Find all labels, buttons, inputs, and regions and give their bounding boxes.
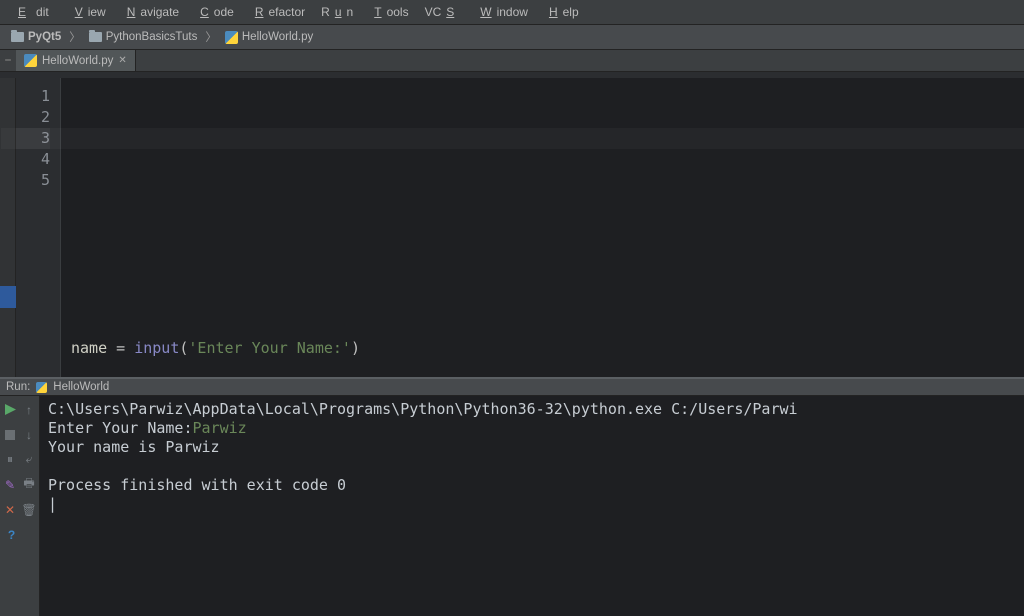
menu-edit[interactable]: Edit xyxy=(8,3,59,21)
tab-label: HelloWorld.py xyxy=(42,55,113,67)
sidebar-marker xyxy=(0,286,16,308)
console-output[interactable]: C:\Users\Parwiz\AppData\Local\Programs\P… xyxy=(40,396,1024,616)
console-exit: Process finished with exit code 0 xyxy=(48,476,346,494)
console-line: C:\Users\Parwiz\AppData\Local\Programs\P… xyxy=(48,400,798,418)
run-tool-window-header: Run: HelloWorld xyxy=(0,377,1024,396)
scroll-down-icon[interactable]: ↓ xyxy=(22,427,37,442)
wrap-icon[interactable]: ⤶ xyxy=(22,452,37,467)
menu-navigate[interactable]: Navigate xyxy=(117,3,184,21)
code-line-1 xyxy=(71,149,1014,170)
stop-button[interactable] xyxy=(3,427,18,442)
console-line: Your name is Parwiz xyxy=(48,438,220,456)
menu-help[interactable]: Help xyxy=(539,3,584,21)
code-line-3 xyxy=(71,275,1014,296)
code-editor: 1 2 3 4 5 name = input('Enter Your Name:… xyxy=(0,72,1024,377)
run-config-name: HelloWorld xyxy=(53,381,109,393)
code-area[interactable]: name = input('Enter Your Name:') print('… xyxy=(60,78,1024,377)
main-menu-bar: Edit View Navigate Code Refactor Run Too… xyxy=(0,0,1024,25)
menu-view[interactable]: View xyxy=(65,3,111,21)
console-prompt: Enter Your Name: xyxy=(48,419,193,437)
hide-tool-window-icon[interactable]: ⎯ xyxy=(0,51,16,70)
menu-code[interactable]: Code xyxy=(190,3,239,21)
line-number-gutter: 1 2 3 4 5 xyxy=(16,78,60,377)
code-line-2 xyxy=(71,212,1014,233)
trash-icon[interactable]: 🗑 xyxy=(22,502,37,517)
help-button[interactable]: ? xyxy=(4,527,19,542)
run-toolbar: ↑ ↓ ⏸ ⤶ ✎ 🖶 ✕ 🗑 ? xyxy=(0,396,40,616)
line-number: 1 xyxy=(16,86,50,107)
python-icon xyxy=(24,54,37,67)
console-user-input: Parwiz xyxy=(193,419,247,437)
chevron-right-icon: 〉 xyxy=(205,29,217,45)
line-number: 5 xyxy=(16,170,50,191)
breadcrumb-folder[interactable]: PythonBasicsTuts xyxy=(86,30,201,44)
code-line-4: name = input('Enter Your Name:') xyxy=(71,338,1014,359)
editor-tabs: ⎯ HelloWorld.py ✕ xyxy=(0,50,1024,72)
close-icon[interactable]: ✕ xyxy=(118,55,126,66)
rerun-button[interactable] xyxy=(3,402,18,417)
menu-run[interactable]: Run xyxy=(316,3,358,21)
breadcrumb-file[interactable]: HelloWorld.py xyxy=(222,30,316,45)
breadcrumb: PyQt5 〉 PythonBasicsTuts 〉 HelloWorld.py xyxy=(0,25,1024,50)
chevron-right-icon: 〉 xyxy=(69,29,81,45)
menu-tools[interactable]: Tools xyxy=(364,3,413,21)
folder-icon xyxy=(89,32,102,42)
attach-icon[interactable]: ✎ xyxy=(3,477,18,492)
run-tool-window: ↑ ↓ ⏸ ⤶ ✎ 🖶 ✕ 🗑 ? C:\Users\Parwiz\AppDat… xyxy=(0,396,1024,616)
scroll-up-icon[interactable]: ↑ xyxy=(22,402,37,417)
console-caret: | xyxy=(48,495,57,513)
breadcrumb-project-label: PyQt5 xyxy=(28,31,61,43)
current-line-highlight xyxy=(1,128,1024,149)
menu-window[interactable]: Window xyxy=(470,3,533,21)
pause-button[interactable]: ⏸ xyxy=(3,452,18,467)
folder-icon xyxy=(11,32,24,42)
line-number: 4 xyxy=(16,149,50,170)
breadcrumb-project[interactable]: PyQt5 xyxy=(8,30,64,44)
python-icon xyxy=(36,382,47,393)
print-icon[interactable]: 🖶 xyxy=(22,477,37,492)
breadcrumb-file-label: HelloWorld.py xyxy=(242,31,313,43)
menu-vcs[interactable]: VCS xyxy=(420,3,465,21)
breadcrumb-folder-label: PythonBasicsTuts xyxy=(106,31,198,43)
line-number: 2 xyxy=(16,107,50,128)
python-icon xyxy=(225,31,238,44)
left-gutter-bar xyxy=(0,78,16,377)
run-title: Run: xyxy=(6,381,30,393)
tab-helloworld[interactable]: HelloWorld.py ✕ xyxy=(16,50,136,71)
menu-refactor[interactable]: Refactor xyxy=(245,3,310,21)
line-number: 3 xyxy=(16,128,50,149)
close-button[interactable]: ✕ xyxy=(3,502,18,517)
